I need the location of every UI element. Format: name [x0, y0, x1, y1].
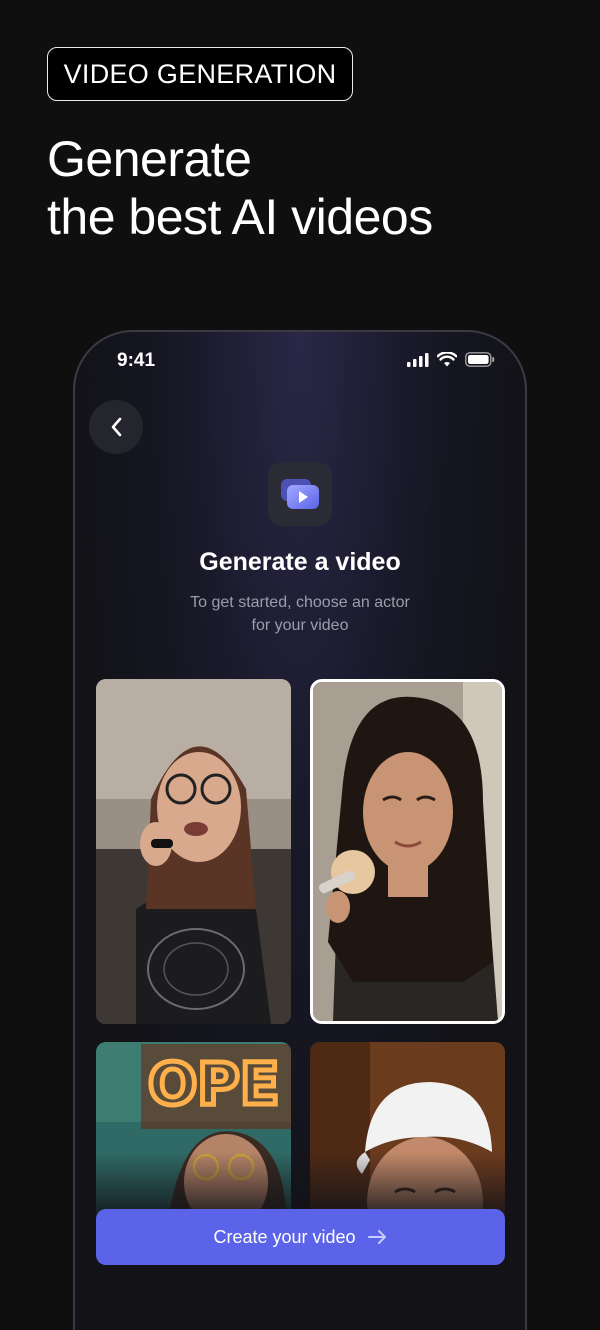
screen-title: Generate a video [199, 548, 401, 576]
actor-card-2[interactable] [310, 679, 505, 1024]
battery-icon [465, 352, 495, 367]
phone-mockup: 9:41 Generate a video To get started, ch… [73, 330, 527, 1330]
subtitle-line-1: To get started, choose an actor [190, 594, 410, 611]
category-badge: VIDEO GENERATION [47, 47, 353, 101]
back-button[interactable] [89, 400, 143, 454]
subtitle-line-2: for your video [251, 617, 349, 634]
signal-icon [407, 352, 429, 367]
create-video-button[interactable]: Create your video [96, 1209, 505, 1265]
wifi-icon [437, 352, 457, 367]
headline-line-2: the best AI videos [47, 189, 433, 245]
status-bar-icons [407, 352, 495, 367]
status-time: 9:41 [117, 350, 156, 371]
neon-sign-art: OPE [148, 1050, 279, 1118]
headline: Generate the best AI videos [47, 130, 433, 246]
headline-line-1: Generate [47, 131, 252, 187]
actor-photo-2 [313, 682, 502, 1021]
video-play-icon [281, 479, 319, 509]
arrow-right-icon [367, 1230, 386, 1244]
category-badge-label: VIDEO GENERATION [63, 58, 337, 89]
chevron-left-icon [111, 417, 122, 437]
actor-card-1[interactable] [96, 679, 291, 1024]
actor-photo-1 [96, 679, 291, 1024]
app-feature-icon [268, 462, 332, 526]
screen-subtitle: To get started, choose an actor for your… [145, 591, 455, 637]
create-video-button-label: Create your video [213, 1226, 356, 1247]
